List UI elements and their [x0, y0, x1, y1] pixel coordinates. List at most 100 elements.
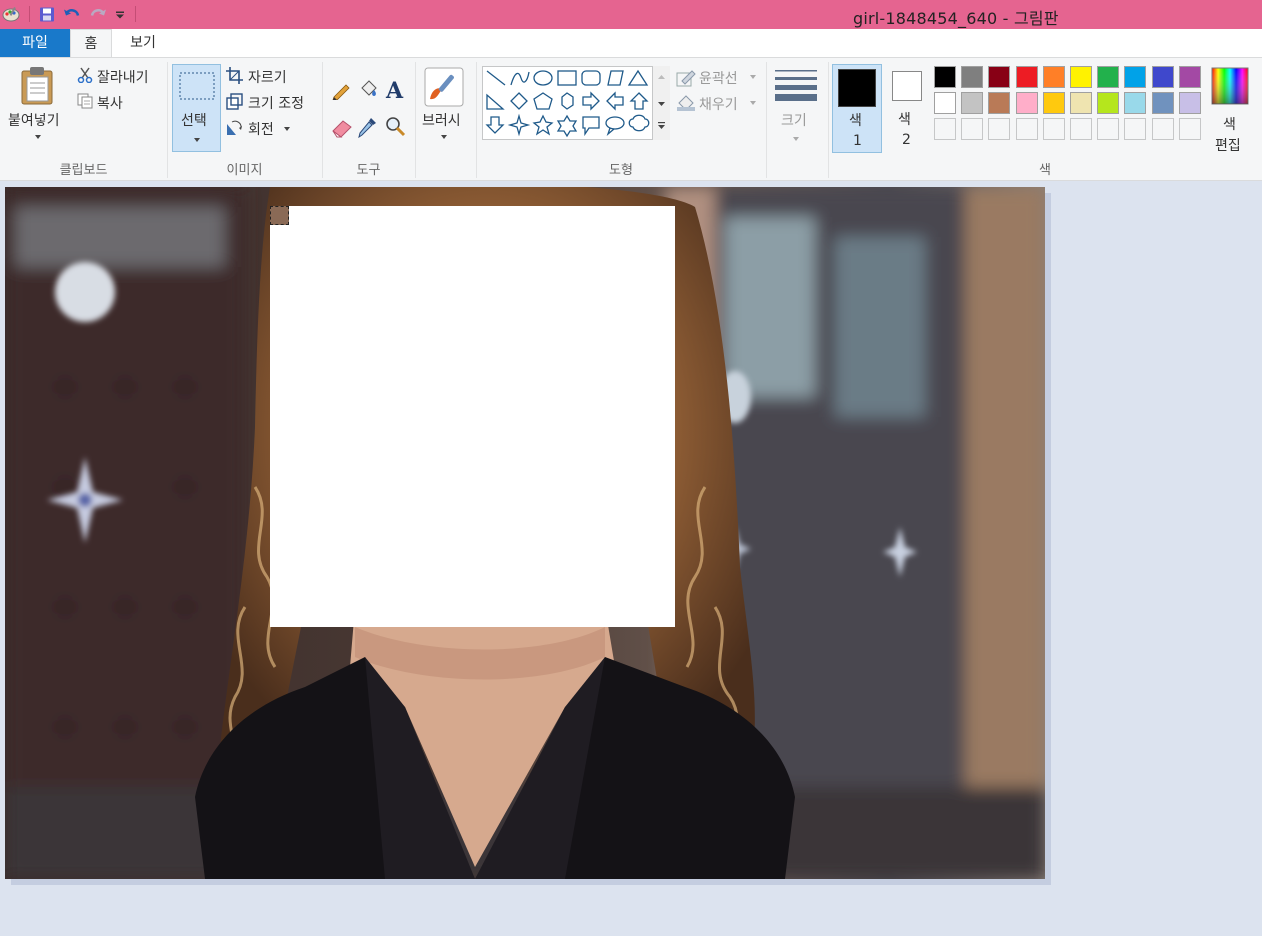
chevron-down-icon: [793, 137, 799, 141]
cut-label[interactable]: 잘라내기: [97, 67, 149, 87]
colors-group-label: 색: [1039, 163, 1051, 178]
rotate-label[interactable]: 회전: [248, 119, 274, 139]
select-icon: [179, 72, 215, 100]
palette-swatch[interactable]: [1070, 92, 1092, 114]
tab-home[interactable]: 홈: [70, 29, 112, 57]
fill-label[interactable]: 채우기: [699, 94, 738, 114]
brush-label: 브러시: [422, 113, 461, 129]
color1-swatch: [838, 69, 876, 107]
crop-label[interactable]: 자르기: [248, 67, 287, 87]
clipboard-group-label: 클립보드: [59, 163, 108, 178]
palette-swatch[interactable]: [934, 92, 956, 114]
palette-swatch[interactable]: [1070, 118, 1092, 140]
outline-icon[interactable]: [676, 69, 696, 87]
tools-group-label: 도구: [356, 163, 381, 178]
select-label: 선택: [181, 113, 207, 129]
paste-label[interactable]: 붙여넣기: [8, 110, 60, 130]
select-button[interactable]: 선택: [172, 64, 221, 152]
palette-swatch[interactable]: [1124, 92, 1147, 114]
cut-icon[interactable]: [77, 67, 93, 83]
paint-app-icon[interactable]: [2, 5, 20, 23]
palette-swatch[interactable]: [1097, 66, 1120, 88]
color1-button[interactable]: 색 1: [832, 64, 882, 153]
size-icon: [775, 70, 817, 101]
palette-swatch[interactable]: [1124, 66, 1147, 88]
palette-swatch[interactable]: [1151, 118, 1174, 140]
color2-button[interactable]: 색 2: [886, 64, 928, 153]
palette-swatch[interactable]: [961, 118, 984, 140]
palette-swatch[interactable]: [988, 118, 1011, 140]
crop-icon[interactable]: [226, 67, 243, 84]
palette-swatch[interactable]: [1015, 118, 1038, 140]
color2-number: 2: [902, 132, 911, 148]
palette-swatch[interactable]: [988, 66, 1011, 88]
palette-swatch[interactable]: [961, 66, 984, 88]
redo-icon[interactable]: [89, 6, 107, 23]
copy-label[interactable]: 복사: [97, 93, 123, 113]
palette-swatch[interactable]: [1178, 66, 1201, 88]
edit-colors-label-line2: 편집: [1215, 138, 1241, 154]
undo-icon[interactable]: [63, 6, 81, 23]
magnifier-icon[interactable]: [385, 116, 407, 138]
ribbon-tabs: 파일 홈 보기: [0, 29, 1262, 57]
palette-swatch[interactable]: [988, 92, 1011, 114]
selection-marquee[interactable]: [270, 206, 289, 225]
palette-swatch[interactable]: [1042, 66, 1065, 88]
chevron-down-icon[interactable]: [283, 126, 291, 132]
outline-label[interactable]: 윤곽선: [699, 68, 738, 88]
svg-text:A: A: [385, 78, 404, 102]
palette-swatch[interactable]: [1097, 92, 1120, 114]
chevron-down-icon: [194, 138, 200, 142]
rotate-icon[interactable]: [226, 119, 243, 136]
pencil-icon[interactable]: [331, 80, 351, 100]
fill-icon[interactable]: [358, 80, 378, 100]
chevron-down-icon[interactable]: [749, 74, 757, 80]
window-title: girl-1848454_640 - 그림판: [853, 9, 1059, 28]
fill-shape-icon[interactable]: [676, 94, 696, 112]
text-icon[interactable]: A: [385, 78, 407, 102]
color-picker-icon[interactable]: [358, 116, 378, 138]
shapes-scrollbar[interactable]: [652, 66, 670, 140]
resize-icon[interactable]: [226, 93, 243, 110]
paste-icon[interactable]: [20, 66, 56, 106]
copy-icon[interactable]: [77, 93, 93, 109]
palette-swatch[interactable]: [1070, 66, 1092, 88]
qa-separator: [135, 6, 136, 22]
edit-colors-button[interactable]: 색 편집: [1207, 64, 1253, 154]
title-bar: girl-1848454_640 - 그림판: [0, 0, 1262, 29]
image-group-label: 이미지: [226, 163, 263, 178]
palette-swatch[interactable]: [1042, 118, 1065, 140]
palette-swatch[interactable]: [1097, 118, 1120, 140]
resize-label[interactable]: 크기 조정: [248, 93, 304, 113]
chevron-down-icon[interactable]: [749, 100, 757, 106]
tab-view[interactable]: 보기: [113, 29, 173, 57]
palette-swatch[interactable]: [1151, 66, 1174, 88]
chevron-down-icon[interactable]: [34, 134, 42, 140]
tab-file[interactable]: 파일: [0, 29, 70, 57]
palette-swatch[interactable]: [934, 66, 956, 88]
palette-swatch[interactable]: [1178, 92, 1201, 114]
palette-swatch[interactable]: [1015, 66, 1038, 88]
size-label: 크기: [781, 113, 807, 129]
shapes-gallery-icons: [485, 69, 650, 138]
palette-swatch[interactable]: [1015, 92, 1038, 114]
color2-label: 색: [898, 112, 911, 128]
palette-swatch[interactable]: [934, 118, 956, 140]
white-rectangle[interactable]: [270, 206, 675, 627]
customize-qa-icon[interactable]: [114, 6, 126, 23]
group-separator: [415, 62, 416, 178]
palette-swatch[interactable]: [1151, 92, 1174, 114]
color1-label: 색: [849, 113, 862, 129]
scroll-arrows-icon: [658, 75, 665, 129]
palette-swatch[interactable]: [961, 92, 984, 114]
palette-swatch[interactable]: [1178, 118, 1201, 140]
palette-swatch[interactable]: [1042, 92, 1065, 114]
eraser-icon[interactable]: [331, 118, 353, 138]
palette-swatch[interactable]: [1124, 118, 1147, 140]
shapes-gallery[interactable]: [482, 66, 670, 140]
group-separator: [766, 62, 767, 178]
color2-swatch: [892, 71, 922, 101]
save-icon[interactable]: [39, 6, 55, 23]
qa-separator: [29, 6, 30, 22]
edit-colors-label-line1: 색: [1223, 117, 1236, 133]
